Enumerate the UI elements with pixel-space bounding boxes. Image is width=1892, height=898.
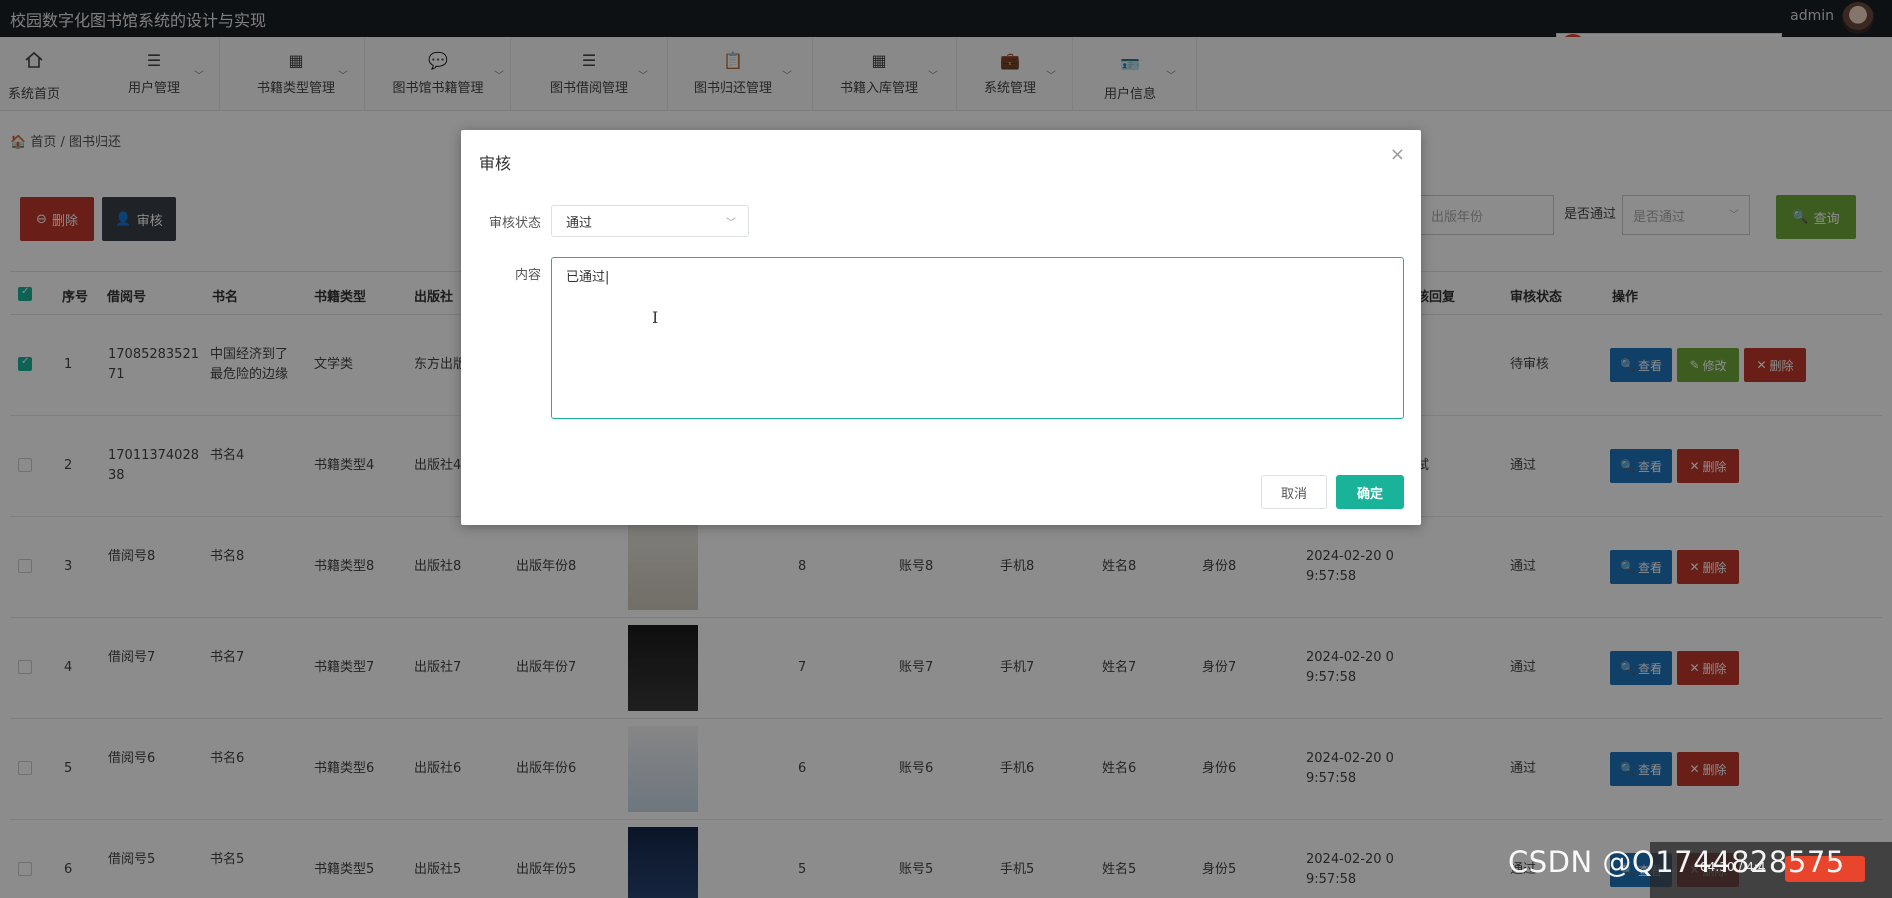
- text-cursor-icon: I: [652, 308, 659, 327]
- content-label: 内容: [515, 268, 542, 283]
- dialog-title: 审核: [479, 154, 512, 173]
- content-textarea[interactable]: [551, 257, 1404, 419]
- close-icon[interactable]: ×: [1390, 144, 1405, 165]
- chevron-down-icon: ﹀: [726, 218, 736, 229]
- cancel-button[interactable]: 取消: [1261, 475, 1327, 509]
- audit-dialog: 审核 × 审核状态 通过 ﹀ 内容 I 取消 确定: [461, 130, 1421, 525]
- status-select-value: 通过: [566, 215, 593, 231]
- status-label: 审核状态: [489, 216, 542, 231]
- watermark: CSDN @Q1744828575: [1508, 845, 1845, 879]
- status-select[interactable]: 通过 ﹀: [551, 205, 749, 237]
- confirm-button[interactable]: 确定: [1336, 475, 1404, 509]
